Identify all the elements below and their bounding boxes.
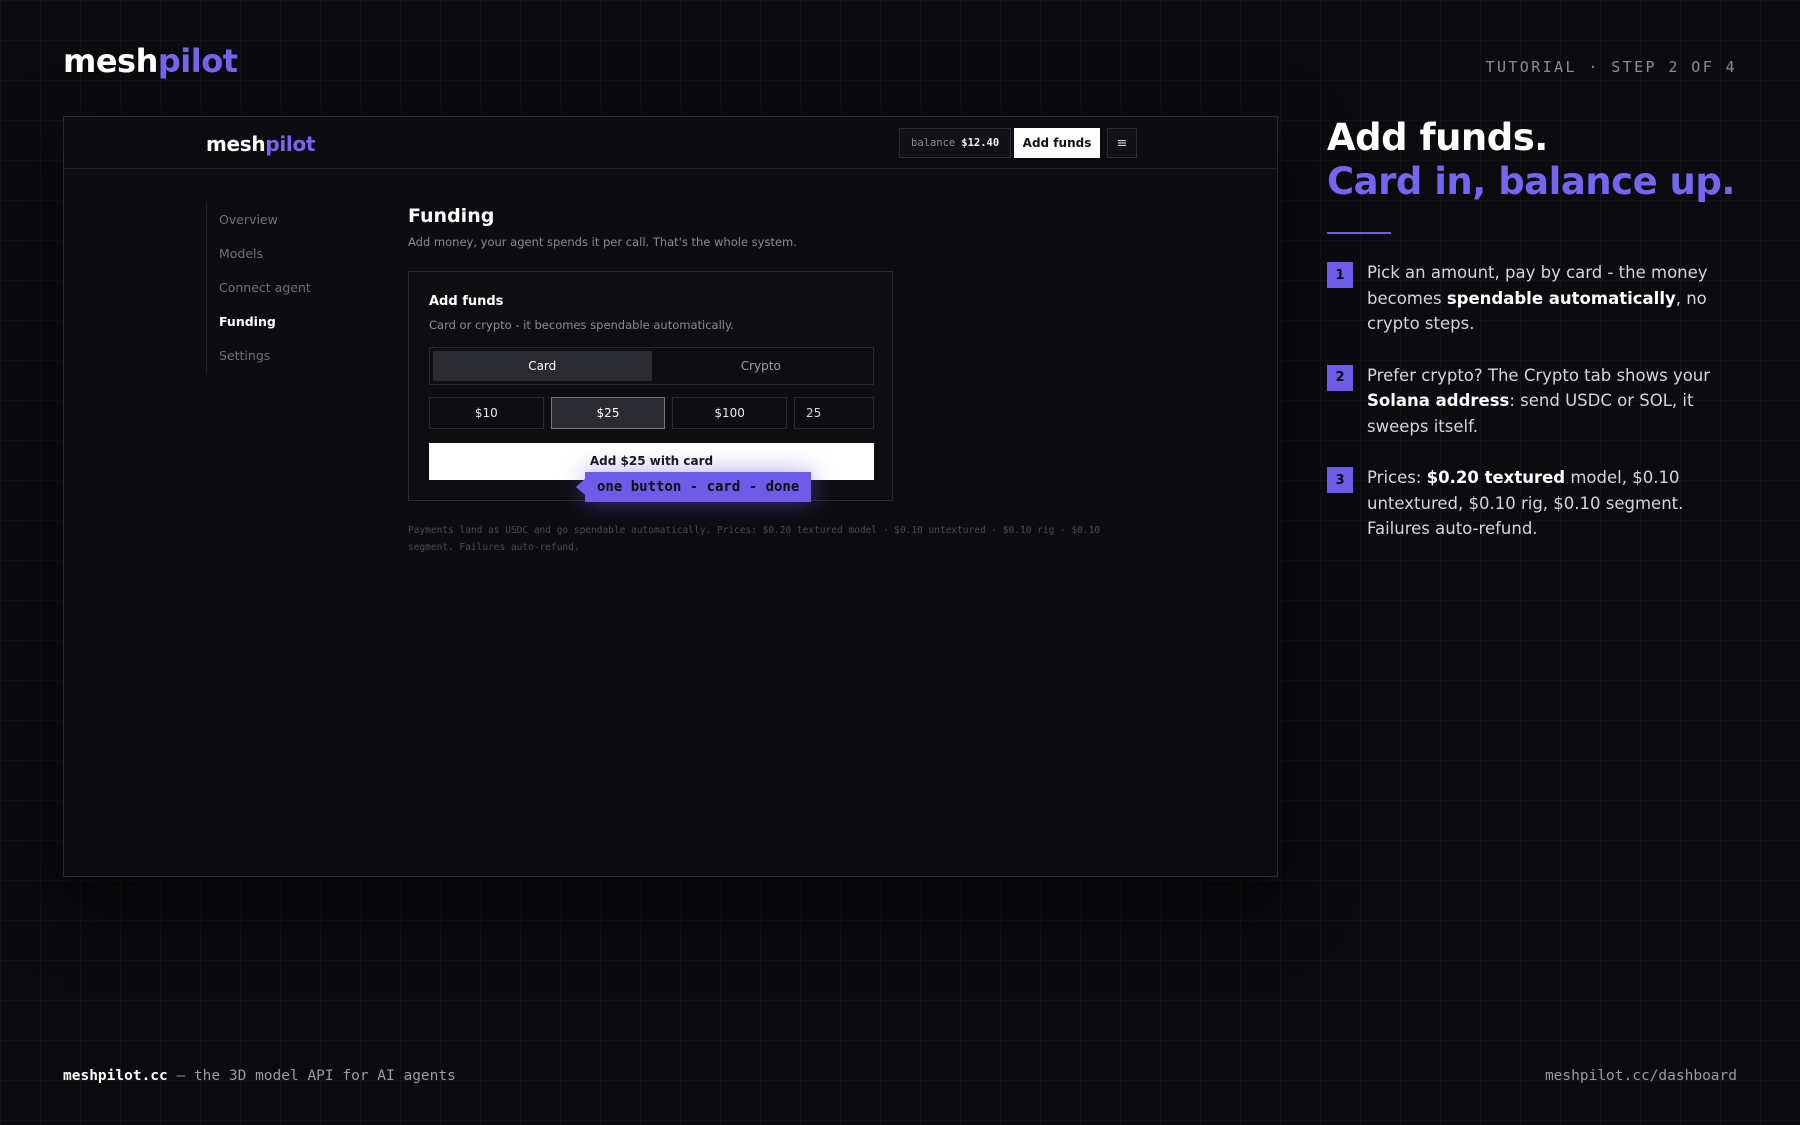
footer-tagline-text: — the 3D model API for AI agents (167, 1068, 456, 1084)
balance-value: $12.40 (961, 137, 1000, 149)
add-funds-card-title: Add funds (429, 294, 504, 309)
brand-logo-part1: mesh (63, 42, 158, 80)
annotation-callout: one button - card - done (575, 472, 812, 502)
heading-divider (1327, 232, 1391, 234)
brand-logo-part2: pilot (157, 42, 238, 80)
tab-card[interactable]: Card (433, 351, 652, 381)
app-logo-part1: mesh (206, 132, 266, 156)
menu-button[interactable]: ≡ (1107, 128, 1137, 158)
tutorial-step: 3 Prices: $0.20 textured model, $0.10 un… (1327, 465, 1747, 542)
amount-option-25[interactable]: $25 (550, 397, 666, 429)
app-screenshot-frame: meshpilot balance $12.40 Add funds ≡ Ove… (63, 116, 1278, 877)
step-number-badge: 1 (1327, 262, 1353, 288)
header-add-funds-button[interactable]: Add funds (1014, 128, 1100, 158)
tutorial-step-label: TUTORIAL · STEP 2 OF 4 (1485, 58, 1737, 76)
step-text: Pick an amount, pay by card - the money … (1367, 263, 1708, 333)
payment-method-tabs: Card Crypto (429, 347, 874, 385)
tutorial-panel: Add funds. Card in, balance up. 1 Pick a… (1327, 116, 1747, 568)
tab-crypto[interactable]: Crypto (652, 351, 871, 381)
app-logo-part2: pilot (265, 132, 316, 156)
tutorial-step: 1 Pick an amount, pay by card - the mone… (1327, 260, 1747, 337)
balance-label: balance (911, 137, 956, 149)
page-subtitle: Add money, your agent spends it per call… (408, 235, 797, 249)
custom-amount-input[interactable] (794, 397, 875, 429)
hamburger-menu-icon: ≡ (1116, 135, 1128, 151)
pricing-footnote: Payments land as USDC and go spendable a… (408, 525, 1101, 553)
brand-logo: meshpilot (63, 42, 238, 80)
step-number-badge: 2 (1327, 364, 1353, 391)
sidebar-item-funding[interactable]: Funding (207, 305, 311, 339)
balance-badge: balance $12.40 (899, 128, 1012, 158)
step-number-badge: 3 (1327, 467, 1353, 493)
sidebar-item-overview[interactable]: Overview (207, 203, 311, 237)
sidebar-item-models[interactable]: Models (207, 237, 311, 271)
sidebar-item-settings[interactable]: Settings (207, 339, 311, 373)
footer-tagline: meshpilot.cc — the 3D model API for AI a… (63, 1068, 456, 1084)
app-logo[interactable]: meshpilot (206, 132, 316, 156)
amount-option-10[interactable]: $10 (429, 397, 544, 429)
sidebar-item-connect-agent[interactable]: Connect agent (207, 271, 311, 305)
step-text: Prefer crypto? The Crypto tab shows your… (1367, 365, 1711, 436)
amount-options: $10 $25 $100 (429, 397, 875, 429)
add-funds-card-description: Card or crypto - it becomes spendable au… (429, 318, 734, 332)
footer-dashboard-url[interactable]: meshpilot.cc/dashboard (1545, 1068, 1737, 1084)
sidebar-nav: Overview Models Connect agent Funding Se… (206, 203, 311, 373)
page-title: Funding (408, 205, 495, 227)
app-header: meshpilot balance $12.40 Add funds ≡ (64, 117, 1277, 169)
funding-header: Funding Add money, your agent spends it … (408, 205, 797, 249)
panel-heading-line1: Add funds. (1327, 116, 1548, 159)
step-text: Prices: $0.20 textured model, $0.10 unte… (1367, 468, 1684, 538)
panel-heading-line2: Card in, balance up. (1327, 160, 1735, 203)
footer-site-link[interactable]: meshpilot.cc (63, 1068, 168, 1084)
add-funds-card: Add funds Card or crypto - it becomes sp… (408, 271, 893, 501)
tutorial-steps: 1 Pick an amount, pay by card - the mone… (1327, 260, 1747, 542)
tutorial-step: 2 Prefer crypto? The Crypto tab shows yo… (1327, 363, 1747, 440)
amount-option-100[interactable]: $100 (672, 397, 788, 429)
